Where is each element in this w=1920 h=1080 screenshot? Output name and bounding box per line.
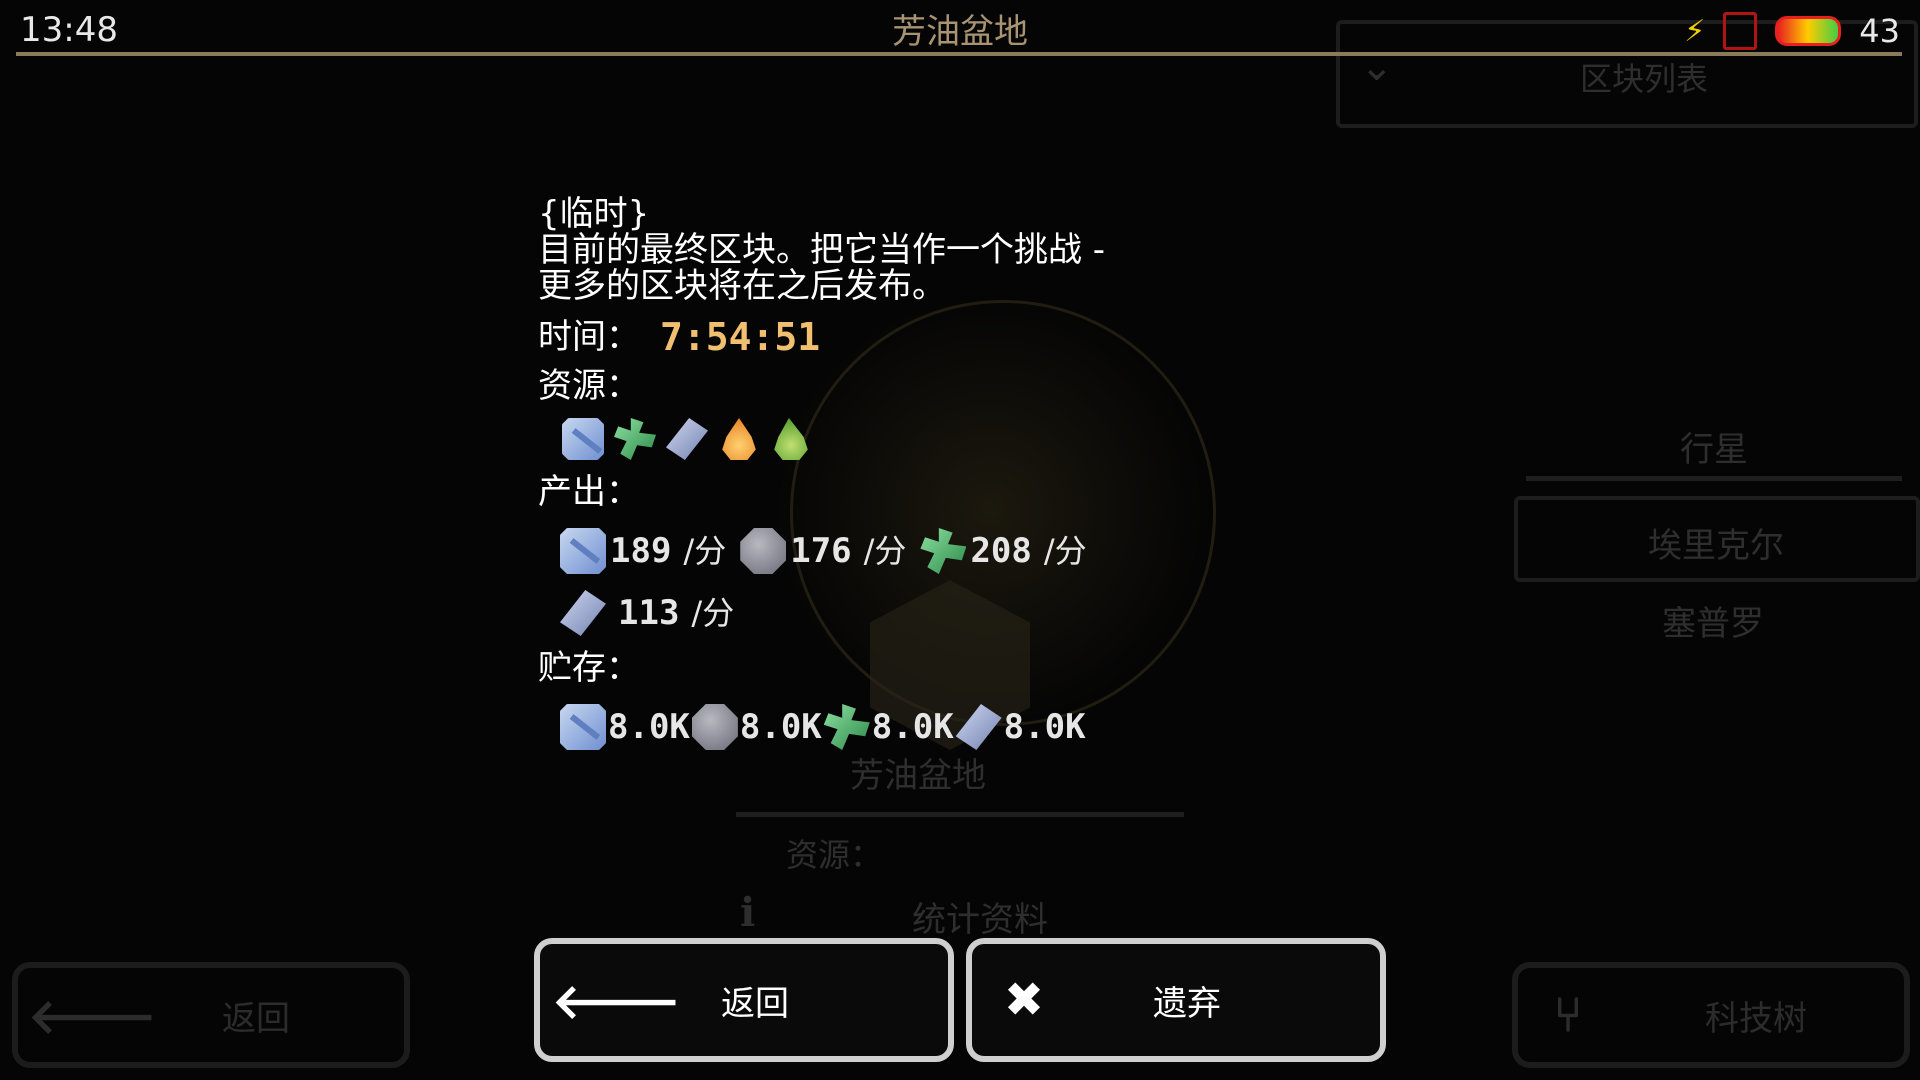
production-row-2: 113 /分 bbox=[560, 590, 1238, 636]
header-divider bbox=[16, 52, 1902, 56]
time-label: 时间： bbox=[538, 317, 640, 357]
abandon-button[interactable]: ✖ 遗弃 bbox=[966, 938, 1386, 1062]
production-value: 176 bbox=[790, 531, 852, 571]
storage-value: 8.0K bbox=[871, 707, 954, 747]
divider bbox=[736, 812, 1184, 817]
planet-item-selected[interactable]: 埃里克尔 bbox=[1514, 496, 1920, 582]
storage-label: 贮存： bbox=[538, 648, 640, 688]
scrap-icon bbox=[614, 418, 656, 460]
resources-label: 资源： bbox=[538, 366, 640, 406]
production-value: 113 bbox=[618, 593, 680, 633]
oil-icon bbox=[722, 418, 756, 460]
tab-planet[interactable]: 行星 bbox=[1680, 422, 1748, 471]
storage-value: 8.0K bbox=[608, 707, 690, 747]
tech-tree-label: 科技树 bbox=[1705, 998, 1807, 1039]
bg-back-label: 返回 bbox=[222, 998, 290, 1039]
arrow-left-icon: 🡐 bbox=[28, 988, 157, 1045]
production-row-1: 189 /分 176 /分 208 /分 bbox=[560, 528, 1238, 574]
production-value: 189 bbox=[610, 531, 672, 571]
stone-icon bbox=[691, 704, 738, 750]
sector-info-dialog: {临时} 目前的最终区块。把它当作一个挑战 - 更多的区块将在之后发布。 时间：… bbox=[538, 196, 1238, 750]
production-value: 208 bbox=[970, 531, 1032, 571]
stone-icon bbox=[740, 528, 787, 574]
tech-tree-icon: ⑂ bbox=[1553, 987, 1583, 1043]
stats-link[interactable]: 统计资料 bbox=[912, 892, 1048, 941]
production-unit: /分 bbox=[1043, 532, 1087, 570]
back-button[interactable]: 🡐 返回 bbox=[534, 938, 954, 1062]
bg-back-button[interactable]: 🡐 返回 bbox=[12, 962, 410, 1068]
abandon-button-label: 遗弃 bbox=[1153, 983, 1221, 1024]
production-label: 产出： bbox=[538, 472, 640, 512]
tab-underline bbox=[1526, 476, 1902, 481]
mute-icon: ⚡ bbox=[1684, 13, 1706, 49]
sector-name: 芳油盆地 bbox=[850, 756, 986, 796]
spore-icon bbox=[774, 418, 808, 460]
battery-level: 43 bbox=[1859, 12, 1900, 50]
battery-icon bbox=[1775, 16, 1842, 46]
metal-icon bbox=[560, 590, 606, 636]
bg-resources-label: 资源： bbox=[786, 836, 883, 874]
sd-card-icon bbox=[1723, 12, 1758, 50]
sand-icon bbox=[560, 704, 606, 750]
sand-icon bbox=[560, 528, 606, 574]
storage-value: 8.0K bbox=[739, 707, 822, 747]
metal-icon bbox=[955, 704, 1002, 750]
note-line-3: 更多的区块将在之后发布。 bbox=[538, 266, 946, 306]
production-unit: /分 bbox=[863, 532, 907, 570]
scrap-icon bbox=[920, 528, 967, 574]
resources-list bbox=[562, 418, 1238, 460]
production-unit: /分 bbox=[683, 532, 727, 570]
planet-name: 埃里克尔 bbox=[1648, 526, 1784, 566]
status-icons: ⚡ 43 bbox=[1684, 12, 1900, 50]
note-line-2: 目前的最终区块。把它当作一个挑战 - bbox=[538, 230, 1106, 270]
production-unit: /分 bbox=[691, 594, 735, 632]
back-button-label: 返回 bbox=[721, 983, 789, 1024]
metal-icon bbox=[666, 418, 708, 460]
arrow-left-icon: 🡐 bbox=[552, 973, 681, 1030]
info-icon: ℹ bbox=[740, 890, 756, 936]
scrap-icon bbox=[823, 704, 870, 750]
tech-tree-button[interactable]: ⑂ 科技树 bbox=[1512, 962, 1910, 1068]
time-value: 7:54:51 bbox=[660, 315, 821, 359]
close-icon: ✖ bbox=[1003, 972, 1045, 1028]
note-line-1: {临时} bbox=[538, 194, 650, 234]
storage-value: 8.0K bbox=[1003, 707, 1086, 747]
storage-row: 8.0K 8.0K 8.0K 8.0K bbox=[560, 704, 1238, 750]
sector-list-label: 区块列表 bbox=[1580, 60, 1709, 98]
page-title: 芳油盆地 bbox=[892, 12, 1028, 52]
planet-item[interactable]: 塞普罗 bbox=[1662, 596, 1764, 645]
sand-icon bbox=[562, 418, 604, 460]
